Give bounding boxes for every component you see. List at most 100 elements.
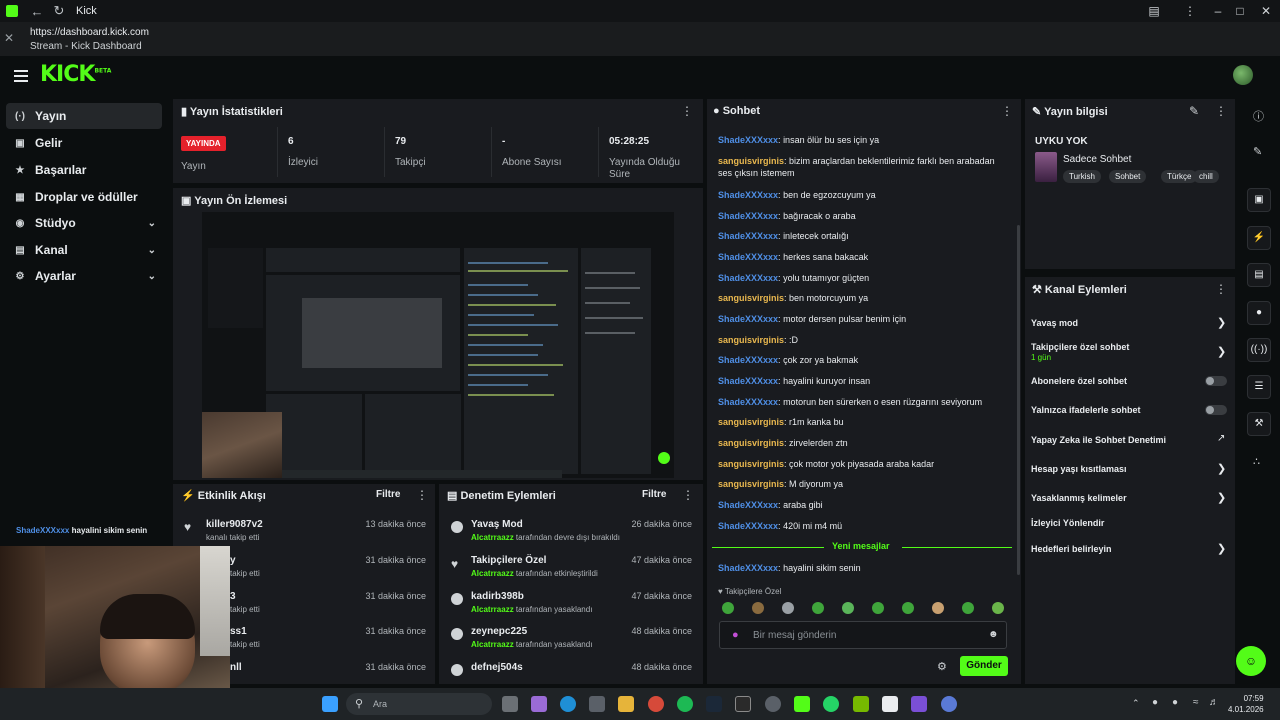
channel-actions-menu-icon[interactable]: ⋮ xyxy=(1215,282,1227,296)
chat-settings-icon[interactable]: ⚙ xyxy=(937,660,947,673)
app-icon[interactable] xyxy=(941,696,957,712)
info-icon[interactable]: ⓘ xyxy=(1253,108,1264,124)
action-raid[interactable]: İzleyici Yönlendir xyxy=(1031,518,1104,528)
chat-bubble-icon[interactable]: ● xyxy=(1247,301,1271,325)
category-name[interactable]: Sadece Sohbet xyxy=(1063,154,1131,165)
scan-icon[interactable]: ▣ xyxy=(1247,188,1271,212)
sidebar-item-gelir[interactable]: ▣ Gelir xyxy=(6,130,162,156)
task-view-icon[interactable] xyxy=(502,696,518,712)
microphone-icon[interactable]: ● xyxy=(1172,697,1178,708)
chevron-right-icon[interactable]: ❯ xyxy=(1217,491,1226,504)
sidebar-item-basarilar[interactable]: ★ Başarılar xyxy=(6,157,162,183)
lightning-icon[interactable]: ⚡ xyxy=(1247,226,1271,250)
emotes-only-toggle[interactable] xyxy=(1205,405,1227,415)
emote-icon[interactable] xyxy=(932,602,944,614)
action-account-age[interactable]: Hesap yaşı kısıtlaması xyxy=(1031,464,1127,474)
document-icon[interactable]: ▤ xyxy=(1247,263,1271,287)
list-icon[interactable]: ☰ xyxy=(1247,375,1271,399)
activity-row-name[interactable]: killer9087v2 xyxy=(206,519,263,530)
edge-icon[interactable] xyxy=(560,696,576,712)
edit-icon[interactable]: ✎ xyxy=(1189,104,1199,118)
activity-row-name[interactable]: y xyxy=(230,555,236,566)
sidebar-item-yayin[interactable]: (·) Yayın xyxy=(6,103,162,129)
app-icon[interactable] xyxy=(735,696,751,712)
store-icon[interactable] xyxy=(589,696,605,712)
reload-icon[interactable]: ↻ xyxy=(48,3,70,19)
volume-icon[interactable]: ♬ xyxy=(1209,697,1219,708)
sidebar-item-droplar[interactable]: ▦ Droplar ve ödüller xyxy=(6,184,162,210)
back-icon[interactable]: ← xyxy=(26,4,48,19)
emote-icon[interactable] xyxy=(752,602,764,614)
whatsapp-icon[interactable] xyxy=(823,696,839,712)
emote-icon[interactable] xyxy=(962,602,974,614)
emote-icon[interactable] xyxy=(902,602,914,614)
folder-icon[interactable] xyxy=(618,696,634,712)
tray-app-icon[interactable]: ● xyxy=(1152,697,1158,708)
close-icon[interactable]: ✕ xyxy=(4,31,14,45)
emote-icon[interactable] xyxy=(992,602,1004,614)
moderation-filter-button[interactable]: Filtre xyxy=(642,489,666,500)
moderation-row-title[interactable]: zeynepc225 xyxy=(471,626,527,637)
action-followers-only[interactable]: Takipçilere özel sohbet xyxy=(1031,342,1129,352)
subscribers-only-toggle[interactable] xyxy=(1205,376,1227,386)
emoji-icon[interactable]: ☻ xyxy=(988,629,999,640)
moderation-row-title[interactable]: defnej504s xyxy=(471,662,523,673)
category-thumbnail[interactable] xyxy=(1035,152,1057,182)
stream-info-menu-icon[interactable]: ⋮ xyxy=(1215,104,1227,118)
sidebar-item-studyo[interactable]: ◉ Stüdyo ⌄ xyxy=(6,210,162,236)
spotify-icon[interactable] xyxy=(677,696,693,712)
steam-icon[interactable] xyxy=(706,696,722,712)
chevron-right-icon[interactable]: ❯ xyxy=(1217,542,1226,555)
taskbar-clock[interactable]: 07:59 4.01.2026 xyxy=(1228,693,1264,715)
chrome-icon[interactable] xyxy=(648,696,664,712)
emote-icon[interactable] xyxy=(782,602,794,614)
stats-menu-icon[interactable]: ⋮ xyxy=(681,104,693,118)
emote-icon[interactable] xyxy=(812,602,824,614)
activity-filter-button[interactable]: Filtre xyxy=(376,489,400,500)
chat-menu-icon[interactable]: ⋮ xyxy=(1001,104,1013,118)
sidebar-item-kanal[interactable]: ▤ Kanal ⌄ xyxy=(6,237,162,263)
chevron-right-icon[interactable]: ❯ xyxy=(1217,462,1226,475)
action-ai-moderation[interactable]: Yapay Zeka ile Sohbet Denetimi xyxy=(1031,435,1166,445)
activity-row-name[interactable]: 3 xyxy=(230,591,236,602)
chevron-right-icon[interactable]: ❯ xyxy=(1217,345,1226,358)
wrench-icon[interactable]: ⚒ xyxy=(1247,412,1271,436)
mic-icon[interactable]: ● xyxy=(732,629,739,641)
close-window-button[interactable]: ✕ xyxy=(1246,0,1280,22)
action-goals[interactable]: Hedefleri belirleyin xyxy=(1031,544,1112,554)
activity-row-name[interactable]: ss1 xyxy=(230,626,247,637)
emote-icon[interactable] xyxy=(872,602,884,614)
app-icon[interactable] xyxy=(531,696,547,712)
external-link-icon[interactable]: ↗ xyxy=(1217,433,1225,444)
emote-icon[interactable] xyxy=(842,602,854,614)
support-button[interactable]: ☺ xyxy=(1236,646,1266,676)
chat-scrollbar[interactable] xyxy=(1017,225,1020,575)
app-icon[interactable] xyxy=(911,696,927,712)
menu-icon[interactable] xyxy=(14,70,28,82)
send-button[interactable]: Gönder xyxy=(960,656,1008,676)
nodes-icon[interactable]: ∴ xyxy=(1253,455,1260,468)
kick-logo[interactable]: KICKBETA xyxy=(40,62,111,87)
broadcast-icon[interactable]: ((·)) xyxy=(1247,338,1271,362)
sidebar-item-ayarlar[interactable]: ⚙ Ayarlar ⌄ xyxy=(6,263,162,289)
taskbar-search[interactable]: ⚲ Ara xyxy=(346,693,492,715)
pencil-icon[interactable]: ✎ xyxy=(1253,145,1262,158)
url-text[interactable]: https://dashboard.kick.com xyxy=(30,27,149,38)
chat-input[interactable]: ● Bir mesaj gönderin ☻ xyxy=(719,621,1007,649)
moderation-row-title[interactable]: kadirb398b xyxy=(471,591,524,602)
moderation-menu-icon[interactable]: ⋮ xyxy=(682,488,694,502)
action-slow-mode[interactable]: Yavaş mod xyxy=(1031,318,1078,328)
emote-icon[interactable] xyxy=(722,602,734,614)
windows-start-icon[interactable] xyxy=(322,696,338,712)
nvidia-icon[interactable] xyxy=(853,696,869,712)
action-banned-words[interactable]: Yasaklanmış kelimeler xyxy=(1031,493,1127,503)
kick-app-icon[interactable] xyxy=(794,696,810,712)
extensions-icon[interactable]: ▤ xyxy=(1134,0,1174,22)
avatar[interactable] xyxy=(1233,65,1253,85)
stream-preview-video[interactable] xyxy=(202,212,674,478)
activity-row-name[interactable]: nll xyxy=(230,662,242,673)
obs-icon[interactable] xyxy=(765,696,781,712)
activity-menu-icon[interactable]: ⋮ xyxy=(416,488,428,502)
app-icon[interactable] xyxy=(882,696,898,712)
chevron-right-icon[interactable]: ❯ xyxy=(1217,316,1226,329)
